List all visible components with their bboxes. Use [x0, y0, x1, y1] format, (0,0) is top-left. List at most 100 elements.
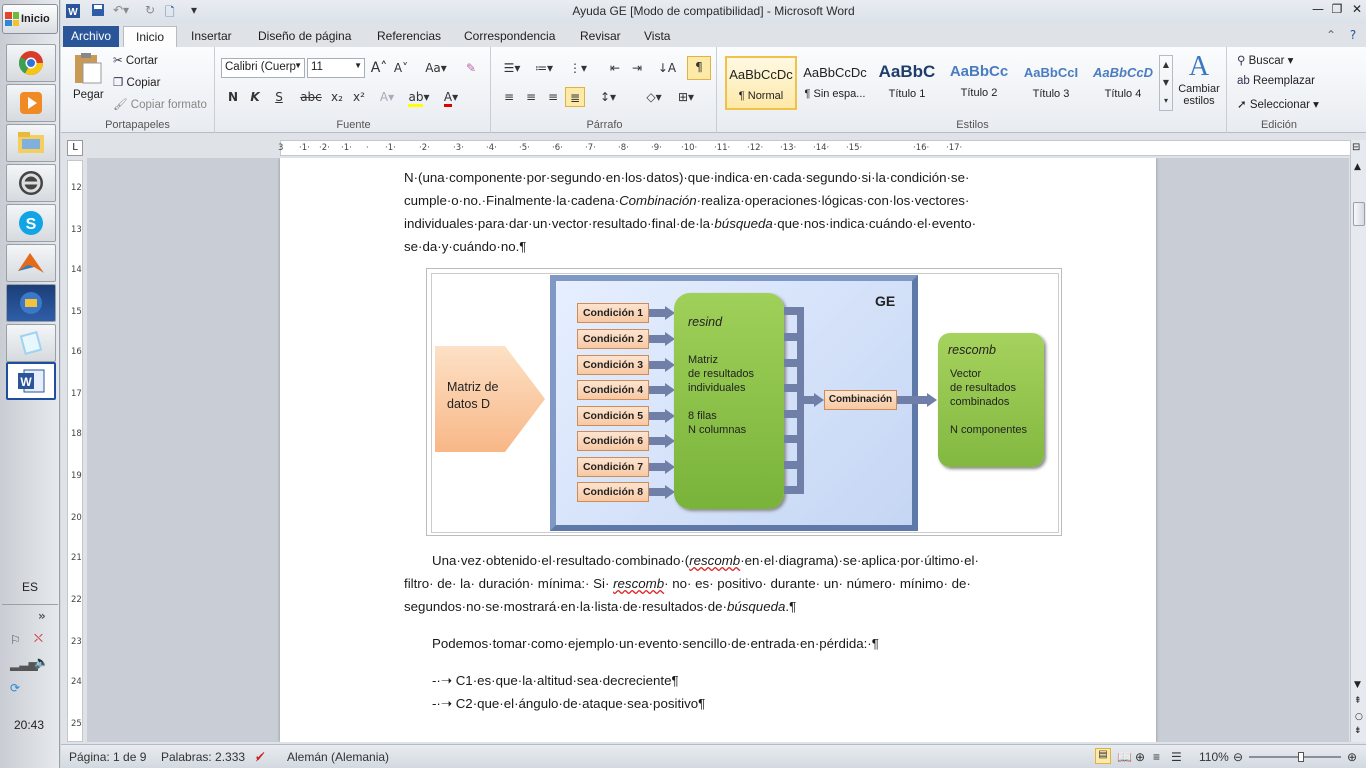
find-button[interactable]: ⚲ Buscar ▾ [1237, 53, 1293, 67]
format-painter-button[interactable]: 🖌 Copiar formato [113, 97, 207, 111]
tab-diseno[interactable]: Diseño de página [258, 26, 351, 47]
horizontal-ruler[interactable]: 3 ·1· ·2· ·1· · ·1· ·2· ·3· ·4· ·5· ·6· … [278, 140, 1360, 156]
web-layout-icon[interactable]: ⊕ [1135, 750, 1145, 764]
update-icon[interactable]: ⟳ [10, 681, 20, 695]
minimize-ribbon-icon[interactable]: ⌃ [1323, 28, 1339, 44]
text-effects-icon[interactable]: A▾ [377, 87, 397, 107]
styles-scroll-icon[interactable]: ▲ ▼ ▾ [1159, 55, 1173, 111]
scroll-thumb[interactable] [1353, 202, 1365, 226]
full-screen-reading-icon[interactable]: 📖 [1117, 750, 1132, 764]
bullets-icon[interactable]: ☰▾ [499, 58, 525, 78]
change-styles-button[interactable]: A Cambiar estilos [1175, 51, 1223, 117]
multilevel-icon[interactable]: ⋮▾ [565, 58, 591, 78]
zoom-level[interactable]: 110% [1199, 750, 1229, 764]
paragraph-1[interactable]: N·(una·componente·por·segundo·en·los·dat… [404, 166, 1034, 258]
tab-referencias[interactable]: Referencias [377, 26, 441, 47]
paragraph-3[interactable]: Podemos·tomar·como·ejemplo·un·evento·sen… [404, 632, 1034, 655]
document-page[interactable]: N·(una·componente·por·segundo·en·los·dat… [280, 158, 1156, 742]
font-size-combo[interactable]: 11 ▼ [307, 58, 365, 78]
chrome-icon[interactable] [6, 44, 56, 82]
bold-button[interactable]: N [223, 87, 243, 107]
increase-indent-icon[interactable]: ⇥ [627, 58, 647, 78]
language-status[interactable]: Alemán (Alemania) [287, 750, 389, 764]
matlab-icon[interactable] [6, 244, 56, 282]
tab-correspondencia[interactable]: Correspondencia [464, 26, 555, 47]
align-left-icon[interactable]: ≡ [499, 87, 519, 107]
italic-button[interactable]: K [245, 87, 265, 107]
proofing-icon[interactable]: ✔̸ [255, 750, 265, 764]
vertical-ruler[interactable]: 12 13 14 15 16 17 18 19 20 21 22 23 24 2… [67, 160, 83, 742]
start-button[interactable]: Inicio [2, 4, 58, 34]
shading-icon[interactable]: ◇▾ [641, 87, 667, 107]
borders-icon[interactable]: ⊞▾ [673, 87, 699, 107]
underline-button[interactable]: S [269, 87, 289, 107]
grow-font-icon[interactable]: A˄ [369, 58, 389, 78]
style-heading-1[interactable]: AaBbC Título 1 [871, 56, 943, 110]
file-explorer-icon[interactable] [6, 124, 56, 162]
tab-selector[interactable]: L [67, 140, 83, 156]
cut-button[interactable]: ✂ Cortar [113, 53, 158, 67]
superscript-icon[interactable]: x² [349, 87, 369, 107]
print-layout-icon[interactable]: ▤ [1095, 748, 1111, 764]
flag-icon[interactable]: ⚐ [10, 633, 21, 647]
style-heading-3[interactable]: AaBbCcI Título 3 [1015, 56, 1087, 110]
minimize-icon[interactable]: — [1310, 2, 1326, 18]
font-color-icon[interactable]: A▾ [439, 87, 463, 107]
diagram-figure[interactable]: Matriz de datos D GE Condición 1 Condició… [426, 268, 1062, 536]
tab-file[interactable]: Archivo [63, 26, 120, 47]
tab-insertar[interactable]: Insertar [191, 26, 232, 47]
align-right-icon[interactable]: ≡ [543, 87, 563, 107]
bullet-item[interactable]: -·➝ C1·es·que·la·altitud·sea·decreciente… [404, 669, 1034, 692]
scroll-down-icon[interactable]: ▼ [1354, 680, 1361, 690]
media-player-icon[interactable] [6, 84, 56, 122]
next-page-icon[interactable]: ⇟ [1354, 726, 1362, 736]
vertical-scrollbar[interactable]: ⊟ ▲ ▼ ⇞ ○ ⇟ [1350, 140, 1366, 742]
zoom-out-icon[interactable]: ⊖ [1233, 750, 1243, 764]
browse-object-icon[interactable]: ○ [1355, 712, 1363, 722]
style-normal[interactable]: AaBbCcDc ¶ Normal [725, 56, 797, 110]
highlight-icon[interactable]: ab▾ [407, 87, 431, 107]
justify-icon[interactable]: ≣ [565, 87, 585, 107]
zoom-in-icon[interactable]: ⊕ [1347, 750, 1357, 764]
paste-button[interactable]: Pegar [71, 51, 105, 111]
notepad-icon[interactable] [6, 324, 56, 362]
numbering-icon[interactable]: ≔▾ [531, 58, 557, 78]
volume-icon[interactable]: 🔈 [34, 655, 49, 669]
restore-icon[interactable]: ❐ [1329, 2, 1345, 18]
shrink-font-icon[interactable]: A˅ [391, 58, 411, 78]
language-indicator[interactable]: ES [22, 580, 38, 594]
word-count[interactable]: Palabras: 2.333 [161, 750, 245, 764]
style-no-spacing[interactable]: AaBbCcDc ¶ Sin espa... [799, 56, 871, 110]
sort-icon[interactable]: ↓A [657, 58, 677, 78]
zoom-slider-thumb[interactable] [1298, 752, 1305, 762]
disk-utility-icon[interactable] [6, 164, 56, 202]
subscript-icon[interactable]: x₂ [327, 87, 347, 107]
select-button[interactable]: ➚ Seleccionar ▾ [1237, 97, 1319, 111]
clear-format-icon[interactable]: ✎ [461, 58, 481, 78]
align-center-icon[interactable]: ≡ [521, 87, 541, 107]
outline-icon[interactable]: ≡ [1153, 750, 1160, 764]
ruler-toggle-icon[interactable]: ⊟ [1352, 142, 1360, 153]
network-alert-icon[interactable]: ⛌ [34, 631, 43, 646]
font-name-combo[interactable]: Calibri (Cuerp ▼ [221, 58, 305, 78]
decrease-indent-icon[interactable]: ⇤ [605, 58, 625, 78]
word-icon[interactable]: W [6, 362, 56, 400]
windows-media-icon[interactable] [6, 284, 56, 322]
draft-icon[interactable]: ☰ [1171, 750, 1182, 764]
previous-page-icon[interactable]: ⇞ [1354, 696, 1362, 706]
line-spacing-icon[interactable]: ↕▾ [595, 87, 621, 107]
zoom-slider[interactable] [1249, 752, 1341, 762]
show-marks-icon[interactable]: ¶ [687, 56, 711, 80]
close-icon[interactable]: ✕ [1349, 2, 1365, 18]
strike-button[interactable]: abc [299, 87, 323, 107]
copy-button[interactable]: ❐ Copiar [113, 75, 160, 89]
paragraph-2[interactable]: Una·vez·obtenido·el·resultado·combinado·… [404, 549, 1034, 618]
scroll-up-icon[interactable]: ▲ [1354, 162, 1361, 172]
tab-inicio[interactable]: Inicio [123, 26, 178, 47]
help-icon[interactable]: ? [1345, 28, 1361, 44]
bullet-item[interactable]: -·➝ C2·que·el·ángulo·de·ataque·sea·posit… [404, 692, 1034, 715]
change-case-icon[interactable]: Aa▾ [423, 58, 449, 78]
clock[interactable]: 20:43 [14, 718, 44, 732]
skype-icon[interactable]: S [6, 204, 56, 242]
tab-vista[interactable]: Vista [644, 26, 670, 47]
